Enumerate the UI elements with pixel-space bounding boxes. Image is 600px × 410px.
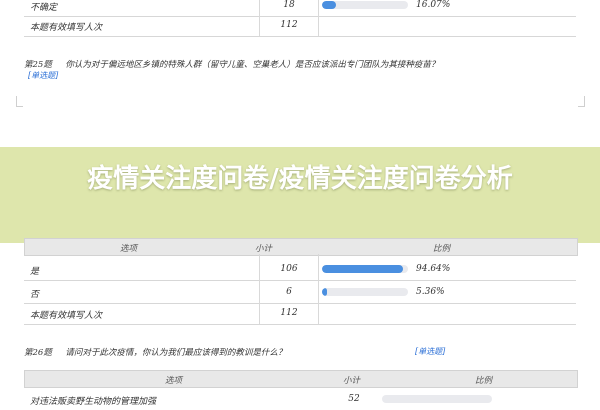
option-label: 是 [30, 267, 40, 277]
total-count: 112 [280, 308, 298, 318]
percent-value: 16.07% [416, 0, 451, 10]
question-type-tag: [单选题] [28, 71, 59, 80]
header-option: 选项 [120, 244, 138, 254]
question-type-tag: [单选题] [415, 347, 446, 356]
question-26-title: 第26题 请问对于此次疫情，你认为我们最应该得到的教训是什么？ [24, 346, 286, 358]
percent-bar [322, 288, 408, 296]
percent-bar [322, 265, 408, 273]
percent-bar-fill [322, 265, 404, 273]
count-value: 18 [283, 0, 295, 10]
option-label: 对违法贩卖野生动物的管理加强 [30, 397, 157, 407]
table-row-total: 本题有效填写人次 112 [24, 302, 576, 325]
header-count: 小计 [343, 376, 361, 386]
column-divider [259, 254, 260, 324]
banner-title: 疫情关注度问卷/疫情关注度问卷分析 [87, 164, 513, 194]
column-divider [318, 254, 319, 324]
question-text: 你认为对于偏远地区乡镇的特殊人群（留守儿童、空巢老人）是否应该派出专门团队为其接… [65, 60, 440, 70]
total-count: 112 [280, 20, 298, 30]
table-header: 选项 小计 比例 [24, 238, 578, 256]
count-value: 6 [286, 287, 292, 297]
percent-bar-fill [322, 1, 336, 9]
question-number: 第26题 [24, 348, 52, 358]
page-corner-mark [578, 96, 585, 107]
title-banner: 疫情关注度问卷/疫情关注度问卷分析 [0, 147, 600, 243]
percent-bar-fill [322, 288, 327, 296]
option-label: 否 [30, 290, 40, 300]
option-label: 不确定 [30, 3, 58, 13]
table-row: 是 106 94.64% [24, 258, 576, 281]
question-text: 请问对于此次疫情，你认为我们最应该得到的教训是什么？ [65, 348, 287, 358]
table-header: 选项 小计 比例 [24, 370, 578, 388]
percent-bar [322, 1, 408, 9]
question-25-title: 第25题 你认为对于偏远地区乡镇的特殊人群（留守儿童、空巢老人）是否应该派出专门… [24, 58, 439, 70]
count-value: 52 [348, 394, 360, 404]
percent-value: 94.64% [416, 264, 451, 274]
page-corner-mark [16, 96, 23, 107]
total-label: 本题有效填写人次 [30, 311, 103, 321]
table-row: 否 6 5.36% [24, 281, 576, 304]
table-row: 对违法贩卖野生动物的管理加强 52 [24, 388, 576, 410]
column-divider [259, 0, 260, 36]
header-ratio: 比例 [475, 376, 493, 386]
percent-value: 5.36% [416, 287, 445, 297]
survey-report-page: 不确定 18 16.07% 本题有效填写人次 112 第25题 你认为对于偏远地… [0, 0, 600, 407]
total-label: 本题有效填写人次 [30, 23, 103, 33]
header-count: 小计 [255, 244, 273, 254]
count-value: 106 [280, 264, 298, 274]
header-ratio: 比例 [433, 244, 451, 254]
table-row-total: 本题有效填写人次 112 [24, 14, 576, 37]
question-number: 第25题 [24, 60, 52, 70]
column-divider [318, 0, 319, 36]
header-option: 选项 [165, 376, 183, 386]
percent-bar [382, 395, 492, 403]
